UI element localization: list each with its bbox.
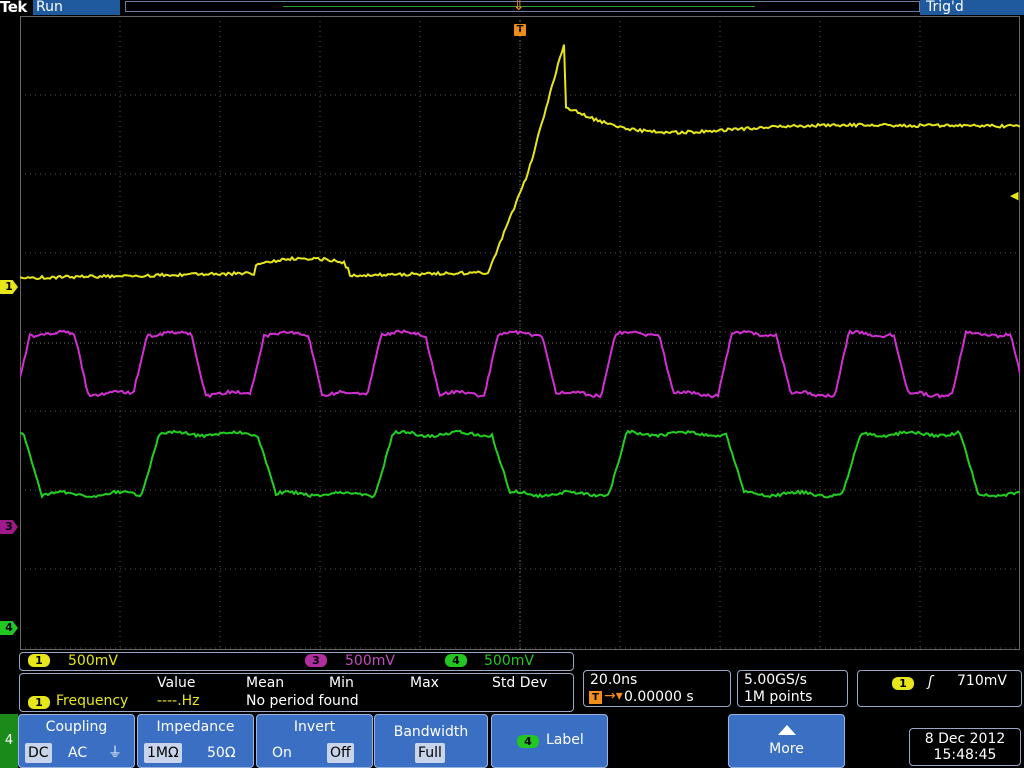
label-channel-badge: 4 bbox=[517, 735, 539, 748]
ch3-scale[interactable]: 500mV bbox=[345, 653, 395, 669]
trigger-position-badge: T bbox=[589, 691, 602, 704]
run-state: Run bbox=[33, 0, 120, 15]
measurement-panel[interactable]: Value Mean Min Max Std Dev 1 Frequency -… bbox=[19, 673, 574, 712]
brand-logo: Tek bbox=[0, 0, 27, 16]
acquisition-panel[interactable]: 5.00GS/s 1M points bbox=[737, 670, 848, 707]
trigger-state: Trig'd bbox=[920, 0, 1024, 15]
impedance-1mohm[interactable]: 1MΩ bbox=[144, 743, 182, 763]
ch4-scale[interactable]: 500mV bbox=[484, 653, 534, 669]
ch4-ground-marker[interactable]: 4 bbox=[0, 621, 18, 635]
sample-rate: 5.00GS/s bbox=[744, 672, 807, 688]
bandwidth-value: Full bbox=[415, 743, 445, 763]
horizontal-scale: 20.0ns bbox=[590, 672, 637, 688]
more-label: More bbox=[729, 741, 844, 757]
measure-channel-badge: 1 bbox=[28, 696, 50, 709]
trigger-level: 710mV bbox=[957, 673, 1007, 689]
header-std-dev: Std Dev bbox=[492, 675, 547, 691]
horizontal-panel[interactable]: 20.0ns T →▾ 0.00000 s bbox=[583, 670, 731, 707]
measurement-name: Frequency bbox=[56, 693, 128, 709]
rising-edge-icon: ʃ bbox=[928, 674, 933, 690]
menu-channel-tab: 4 bbox=[0, 714, 18, 768]
invert-off[interactable]: Off bbox=[327, 743, 354, 763]
arrow-icon: →▾ bbox=[604, 688, 623, 704]
coupling-ac[interactable]: AC bbox=[65, 743, 90, 763]
ch1-badge[interactable]: 1 bbox=[28, 654, 50, 667]
trigger-position-icon: ⇓ bbox=[513, 0, 525, 14]
coupling-button[interactable]: Coupling DC AC ⏚ bbox=[18, 714, 135, 768]
invert-on[interactable]: On bbox=[269, 743, 295, 763]
bandwidth-button[interactable]: Bandwidth Full bbox=[374, 714, 488, 768]
ch1-ground-marker[interactable]: 1 bbox=[0, 280, 18, 294]
bandwidth-label: Bandwidth bbox=[375, 724, 487, 740]
channel-scale-bar: 1 500mV 3 500mV 4 500mV bbox=[19, 652, 574, 671]
more-button[interactable]: More bbox=[728, 714, 845, 768]
header-mean: Mean bbox=[246, 675, 284, 691]
waveform-display[interactable] bbox=[20, 16, 1020, 650]
impedance-50ohm[interactable]: 50Ω bbox=[204, 743, 239, 763]
header-value: Value bbox=[157, 675, 195, 691]
horizontal-position: 0.00000 s bbox=[624, 689, 694, 705]
label-button[interactable]: 4 Label bbox=[491, 714, 608, 768]
datetime: 8 Dec 2012 15:48:45 bbox=[909, 728, 1021, 766]
ground-icon[interactable]: ⏚ bbox=[105, 743, 125, 763]
ch3-ground-marker[interactable]: 3 bbox=[0, 520, 18, 534]
impedance-button[interactable]: Impedance 1MΩ 50Ω bbox=[137, 714, 254, 768]
invert-label: Invert bbox=[257, 719, 372, 735]
ch1-scale[interactable]: 500mV bbox=[68, 653, 118, 669]
coupling-dc[interactable]: DC bbox=[25, 743, 52, 763]
time: 15:48:45 bbox=[910, 747, 1020, 763]
invert-button[interactable]: Invert On Off bbox=[256, 714, 373, 768]
trigger-panel[interactable]: 1 ʃ 710mV bbox=[857, 670, 1022, 707]
trigger-level-icon: ◀ bbox=[1010, 189, 1018, 202]
header-max: Max bbox=[410, 675, 439, 691]
measurement-message: No period found bbox=[246, 693, 359, 709]
header-min: Min bbox=[329, 675, 354, 691]
impedance-label: Impedance bbox=[138, 719, 253, 735]
trigger-source-badge: 1 bbox=[892, 677, 914, 690]
coupling-label: Coupling bbox=[19, 719, 134, 735]
record-length: 1M points bbox=[744, 689, 812, 705]
measurement-value: ----.Hz bbox=[157, 693, 200, 709]
ch3-badge[interactable]: 3 bbox=[305, 654, 327, 667]
label-text: Label bbox=[546, 732, 584, 748]
ch4-badge[interactable]: 4 bbox=[445, 654, 467, 667]
date: 8 Dec 2012 bbox=[910, 731, 1020, 747]
